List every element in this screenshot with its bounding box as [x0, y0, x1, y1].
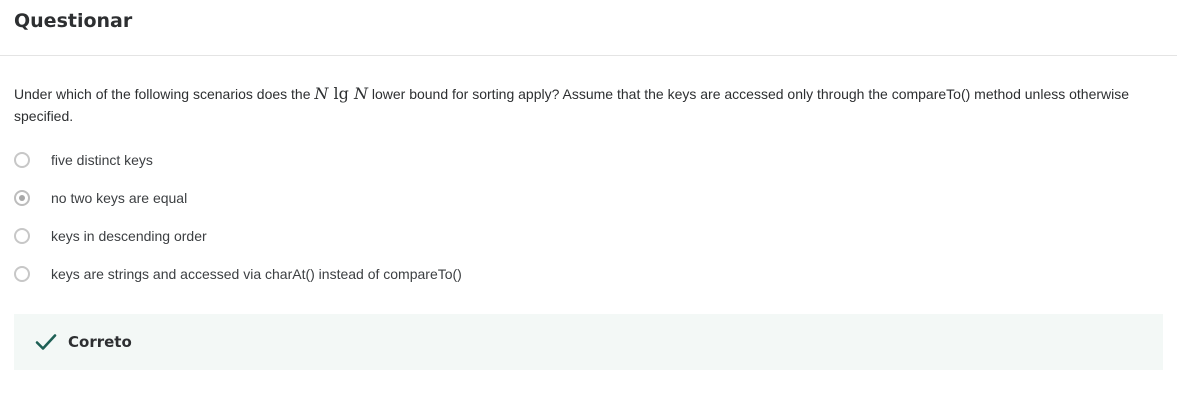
- page-title: Questionar: [14, 9, 133, 32]
- option-label[interactable]: keys in descending order: [51, 228, 207, 244]
- answer-options: five distinct keys no two keys are equal…: [14, 141, 1163, 293]
- answer-option[interactable]: keys in descending order: [14, 217, 1163, 255]
- radio-button-selected[interactable]: [14, 190, 30, 206]
- answer-option[interactable]: keys are strings and accessed via charAt…: [14, 255, 1163, 293]
- question-text: Under which of the following scenarios d…: [14, 83, 1144, 127]
- answer-option[interactable]: five distinct keys: [14, 141, 1163, 179]
- check-icon: [35, 333, 57, 351]
- option-label[interactable]: keys are strings and accessed via charAt…: [51, 266, 462, 282]
- option-label[interactable]: five distinct keys: [51, 152, 153, 168]
- question-container: Under which of the following scenarios d…: [0, 83, 1177, 370]
- math-var-n: N: [314, 84, 329, 103]
- radio-button[interactable]: [14, 152, 30, 168]
- answer-option[interactable]: no two keys are equal: [14, 179, 1163, 217]
- option-label[interactable]: no two keys are equal: [51, 190, 187, 206]
- math-expression: N lg N: [314, 84, 368, 103]
- math-var-n: N: [353, 84, 368, 103]
- question-text-before: Under which of the following scenarios d…: [14, 86, 315, 102]
- feedback-banner: Correto: [14, 314, 1163, 370]
- radio-button[interactable]: [14, 228, 30, 244]
- math-operator-lg: lg: [333, 84, 349, 103]
- radio-button[interactable]: [14, 266, 30, 282]
- feedback-label: Correto: [68, 333, 132, 351]
- page-header: Questionar: [0, 0, 1177, 56]
